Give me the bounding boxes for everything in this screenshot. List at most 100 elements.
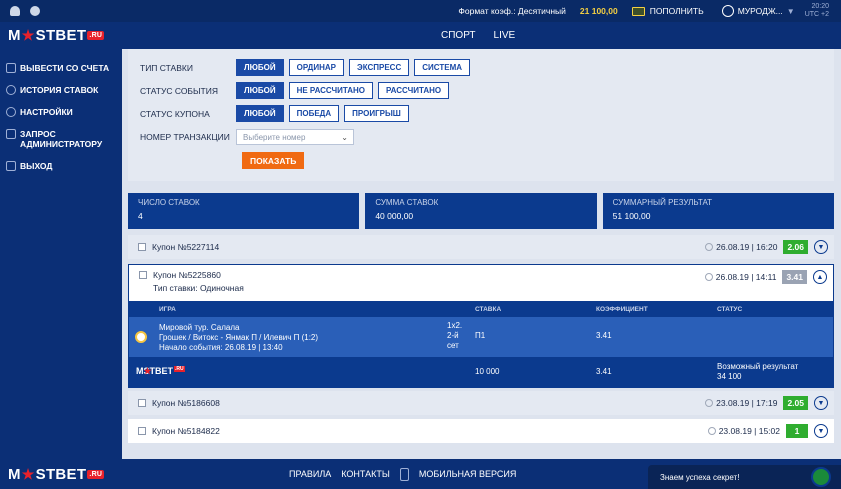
coupon-checkbox[interactable] [138, 427, 146, 435]
footer-link-mobile[interactable]: МОБИЛЬНАЯ ВЕРСИЯ [419, 469, 517, 479]
match: Грошек / Витокс - Янмак П / Илевич П (1:… [159, 333, 319, 342]
details-footer: M ★ STBET .RU 10 000 3.41 Возможный результ… [129, 357, 833, 387]
logo-suffix: STBET [35, 27, 87, 44]
sidebar-item-settings[interactable]: НАСТРОЙКИ [0, 103, 122, 125]
market-line3: сет [447, 341, 459, 350]
filter-option[interactable]: НЕ РАССЧИТАНО [288, 82, 374, 99]
stat-value: 51 100,00 [612, 211, 651, 221]
chevron-down-icon[interactable]: ▼ [814, 424, 828, 438]
stat-label: СУММАРНЫЙ РЕЗУЛЬТАТ [612, 198, 713, 207]
sidebar-item-admin-request[interactable]: ЗАПРОС АДМИНИСТРАТОРУ [0, 125, 122, 157]
coupon-checkbox[interactable] [138, 243, 146, 251]
android-icon[interactable] [10, 6, 20, 16]
filter-option[interactable]: ЭКСПРЕСС [349, 59, 410, 76]
sidebar-item-label: НАСТРОЙКИ [20, 107, 73, 117]
sidebar-item-label: ЗАПРОС АДМИНИСТРАТОРУ [20, 129, 103, 149]
filter-option[interactable]: ЛЮБОЙ [236, 82, 284, 99]
odds-format-selector[interactable]: Формат коэф.: Десятичный [458, 6, 565, 16]
chevron-up-icon[interactable]: ▲ [813, 270, 827, 284]
show-button[interactable]: ПОКАЗАТЬ [242, 152, 305, 169]
wallet-icon [631, 6, 645, 16]
filter-option[interactable]: ПРОИГРЫШ [344, 105, 409, 122]
clock-timezone: UTC +2 [804, 11, 829, 18]
chat-bubble-icon[interactable] [811, 467, 831, 487]
coupon-row[interactable]: Купон №5227114 26.08.19 | 16:20 2.06 ▼ [128, 235, 834, 259]
logo-star-icon: ★ [21, 465, 35, 482]
filter-option[interactable]: ОРДИНАР [288, 59, 344, 76]
clock-time: 20:20 [811, 3, 829, 10]
logo[interactable]: M ★ STBET .RU [0, 27, 105, 44]
user-menu[interactable]: МУРОДЖ... ▼ [721, 5, 795, 17]
nav-live[interactable]: LIVE [494, 30, 516, 41]
coupon-row-expanded: Купон №5225860 Тип ставки: Одиночная 26.… [128, 264, 834, 388]
deposit-button[interactable]: ПОПОЛНИТЬ [631, 6, 704, 16]
main-content: ТИП СТАВКИ ЛЮБОЙ ОРДИНАР ЭКСПРЕСС СИСТЕМ… [122, 49, 841, 459]
logout-icon [6, 161, 16, 171]
filter-option[interactable]: ПОБЕДА [288, 105, 340, 122]
market-line1: 1х2. [447, 321, 463, 330]
coupon-date-text: 23.08.19 | 17:19 [716, 398, 778, 408]
coupon-title: Купон №5225860 [153, 270, 221, 280]
chevron-down-icon[interactable]: ▼ [814, 240, 828, 254]
filter-transaction: НОМЕР ТРАНЗАКЦИИ Выберите номер ⌄ [140, 129, 354, 145]
user-icon [721, 5, 734, 17]
account-bar: Формат коэф.: Десятичный 21 100,00 ПОПОЛ… [458, 0, 841, 22]
coupon-date: 26.08.19 | 14:11 [704, 272, 777, 282]
coupon-row[interactable]: Купон №5186608 23.08.19 | 17:19 2.05 ▼ [128, 391, 834, 415]
footer-logo[interactable]: M ★ STBET .RU [0, 465, 105, 483]
stat-label: СУММА СТАВОК [375, 198, 439, 207]
chevron-down-icon[interactable]: ▼ [814, 396, 828, 410]
logo-domain: .RU [87, 31, 105, 40]
stat-value: 40 000,00 [375, 211, 414, 221]
coef-value: 3.41 [596, 331, 612, 340]
top-bar: Формат коэф.: Десятичный 21 100,00 ПОПОЛ… [0, 0, 841, 22]
details-header: ИГРА СТАВКА КОЭФФИЦИЕНТ СТАТУС [129, 301, 833, 317]
chevron-down-icon: ⌄ [341, 132, 348, 142]
coupon-date-text: 26.08.19 | 16:20 [716, 242, 778, 252]
coupon-row[interactable]: Купон №5184822 23.08.19 | 15:02 1 ▼ [128, 419, 834, 443]
filter-coupon-status: СТАТУС КУПОНА ЛЮБОЙ ПОБЕДА ПРОИГРЫШ [140, 105, 414, 122]
footer-link-contacts[interactable]: КОНТАКТЫ [341, 469, 390, 479]
possible-result-label: Возможный результат [717, 362, 799, 371]
coupon-checkbox[interactable] [139, 271, 147, 279]
filter-event-status: СТАТУС СОБЫТИЯ ЛЮБОЙ НЕ РАССЧИТАНО РАССЧ… [140, 82, 454, 99]
header: M ★ STBET .RU СПОРТ LIVE [0, 22, 841, 49]
coupon-date-text: 26.08.19 | 14:11 [715, 272, 777, 282]
possible-result-value: 34 100 [717, 372, 742, 381]
filter-option[interactable]: РАССЧИТАНО [378, 82, 450, 99]
stats-row: ЧИСЛО СТАВОК 4 СУММА СТАВОК 40 000,00 СУ… [128, 193, 834, 229]
logo-domain: .RU [87, 469, 105, 479]
mobile-icon [399, 467, 409, 481]
market-line2: 2-й [447, 331, 459, 340]
filter-label: НОМЕР ТРАНЗАКЦИИ [140, 132, 230, 142]
col-game: ИГРА [159, 306, 176, 313]
sidebar-item-withdraw[interactable]: ВЫВЕСТИ СО СЧЕТА [0, 59, 122, 81]
footer-coef-value: 3.41 [596, 367, 612, 376]
filter-option[interactable]: ЛЮБОЙ [236, 59, 284, 76]
volleyball-icon [135, 331, 147, 343]
logo-domain: .RU [174, 366, 185, 372]
os-icons [0, 6, 40, 16]
apple-icon[interactable] [30, 6, 40, 16]
footer-links: ПРАВИЛА КОНТАКТЫ МОБИЛЬНАЯ ВЕРСИЯ [289, 459, 516, 489]
coupon-checkbox[interactable] [138, 399, 146, 407]
chat-icon [6, 129, 16, 139]
bet-value: П1 [475, 331, 486, 340]
sidebar: ВЫВЕСТИ СО СЧЕТА ИСТОРИЯ СТАВОК НАСТРОЙК… [0, 49, 122, 459]
filter-option[interactable]: СИСТЕМА [414, 59, 471, 76]
mostbet-logo: M ★ STBET .RU [136, 366, 185, 376]
coupon-result: 2.06 [783, 240, 808, 254]
chat-widget[interactable]: Знаем успеха секрет! [648, 465, 841, 489]
coupon-date: 23.08.19 | 15:02 [707, 426, 780, 436]
logo-star-icon: ★ [21, 27, 35, 43]
sidebar-item-logout[interactable]: ВЫХОД [0, 157, 122, 179]
chat-text: Знаем успеха секрет! [660, 472, 740, 482]
nav-sport[interactable]: СПОРТ [441, 30, 476, 41]
event-start: Начало события: 26.08.19 | 13:40 [159, 343, 283, 352]
footer-link-rules[interactable]: ПРАВИЛА [289, 469, 331, 479]
transaction-select[interactable]: Выберите номер ⌄ [236, 129, 354, 145]
filter-label: СТАТУС СОБЫТИЯ [140, 85, 218, 96]
coupon-result: 3.41 [782, 270, 807, 284]
sidebar-item-history[interactable]: ИСТОРИЯ СТАВОК [0, 81, 122, 103]
filter-option[interactable]: ЛЮБОЙ [236, 105, 284, 122]
